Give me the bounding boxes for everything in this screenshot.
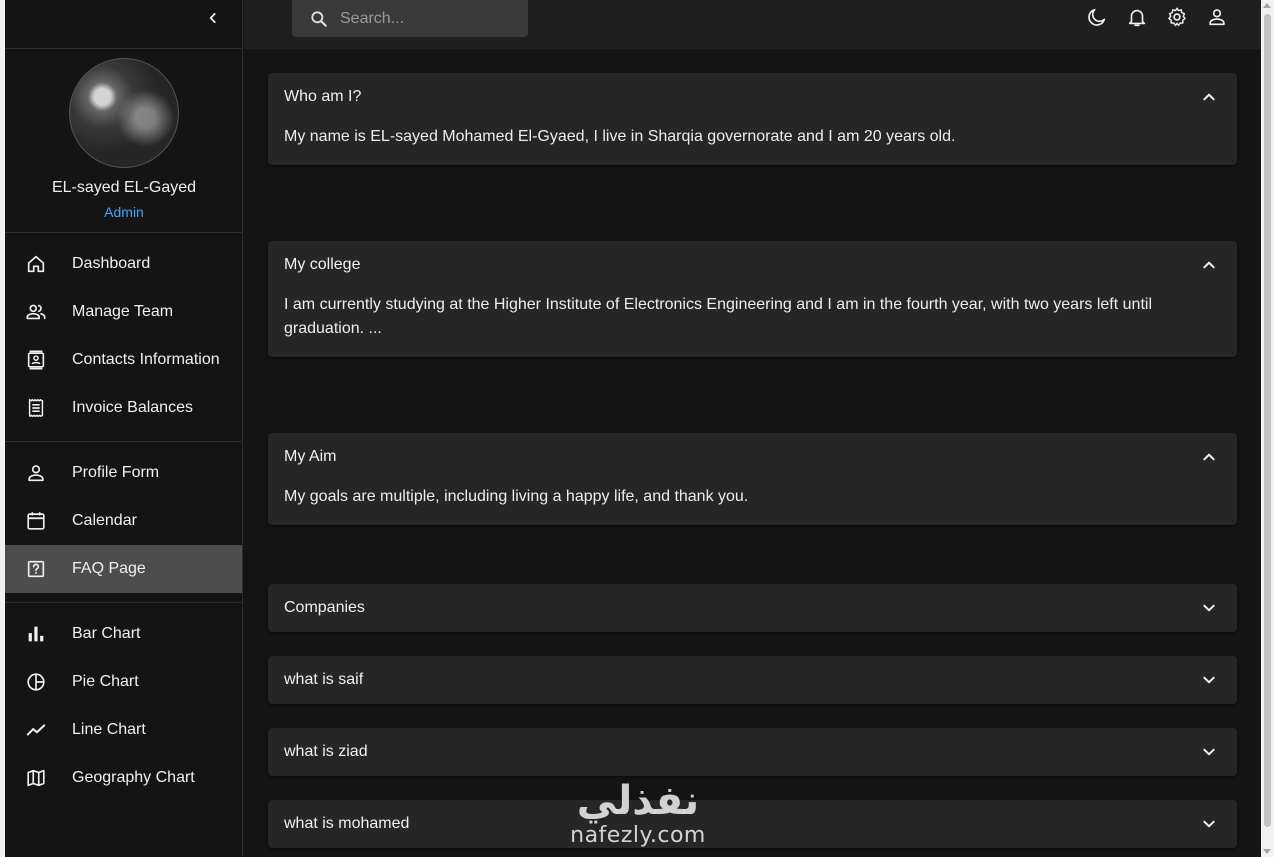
faq-accordion-header[interactable]: what is mohamed xyxy=(268,800,1237,848)
home-icon xyxy=(24,252,48,276)
faq-question: Who am I? xyxy=(284,88,362,105)
profile-name: EL-sayed EL-Gayed xyxy=(51,179,197,196)
profile-section: EL-sayed EL-Gayed Admin xyxy=(5,49,242,233)
avatar xyxy=(69,58,179,168)
sidebar-nav: Dashboard Manage Team Contacts Information… xyxy=(5,233,242,811)
faq-accordion-header[interactable]: Who am I? xyxy=(268,73,1237,121)
help-center-icon xyxy=(24,557,48,581)
chevron-up-icon[interactable] xyxy=(1197,253,1221,277)
sidebar-item-pie-chart[interactable]: Pie Chart xyxy=(5,658,242,706)
profile-person-icon[interactable] xyxy=(1205,5,1229,29)
faq-question: what is saif xyxy=(284,671,364,688)
sidebar-item-label: Profile Form xyxy=(72,464,160,481)
pie-chart-icon xyxy=(24,670,48,694)
bar-chart-icon xyxy=(24,622,48,646)
topbar-actions xyxy=(1069,5,1229,29)
faq-accordion-header[interactable]: My college xyxy=(268,241,1237,289)
faq-content: Who am I? My name is EL-sayed Mohamed El-… xyxy=(244,49,1261,857)
faq-accordion-header[interactable]: Companies xyxy=(268,584,1237,632)
sidebar-item-label: Manage Team xyxy=(72,303,174,320)
sidebar-item-manage-team[interactable]: Manage Team xyxy=(5,288,242,336)
faq-accordion: what is saif xyxy=(268,656,1237,704)
scroll-up-arrow[interactable] xyxy=(1263,3,1271,8)
search-box xyxy=(292,0,528,37)
sidebar-item-calendar[interactable]: Calendar xyxy=(5,497,242,545)
faq-accordion: what is mohamed xyxy=(268,800,1237,848)
calendar-icon xyxy=(24,509,48,533)
scroll-thumb[interactable] xyxy=(1264,14,1271,827)
chevron-down-icon[interactable] xyxy=(1197,596,1221,620)
faq-accordion: My college I am currently studying at the… xyxy=(268,241,1237,357)
chevron-down-icon[interactable] xyxy=(1197,812,1221,836)
faq-accordion: what is ziad xyxy=(268,728,1237,776)
chevron-up-icon[interactable] xyxy=(1197,445,1221,469)
chevron-down-icon[interactable] xyxy=(1197,668,1221,692)
sidebar-item-label: Line Chart xyxy=(72,721,146,738)
sidebar-item-label: Bar Chart xyxy=(72,625,141,642)
map-icon xyxy=(24,766,48,790)
sidebar-item-invoice-balances[interactable]: Invoice Balances xyxy=(5,384,242,432)
sidebar-item-label: Geography Chart xyxy=(72,769,195,786)
dark-mode-icon[interactable] xyxy=(1085,5,1109,29)
contacts-icon xyxy=(24,348,48,372)
nav-group: Profile Form Calendar FAQ Page xyxy=(5,442,242,603)
faq-question: what is ziad xyxy=(284,743,368,760)
profile-role: Admin xyxy=(104,204,144,220)
nav-group: Dashboard Manage Team Contacts Information… xyxy=(5,233,242,442)
faq-accordion: Companies xyxy=(268,584,1237,632)
faq-answer: My goals are multiple, including living … xyxy=(284,488,749,505)
faq-question: Companies xyxy=(284,599,365,616)
chevron-left-icon xyxy=(209,13,216,23)
sidebar-item-faq-page[interactable]: FAQ Page xyxy=(5,545,242,593)
faq-accordion-header[interactable]: My Aim xyxy=(268,433,1237,481)
sidebar-item-contacts-information[interactable]: Contacts Information xyxy=(5,336,242,384)
nav-group: Bar Chart Pie Chart Line Chart Geography Ch… xyxy=(5,603,242,811)
sidebar-item-label: Dashboard xyxy=(72,255,151,272)
sidebar-item-label: Invoice Balances xyxy=(72,399,193,416)
sidebar-item-line-chart[interactable]: Line Chart xyxy=(5,706,242,754)
faq-accordion-header[interactable]: what is ziad xyxy=(268,728,1237,776)
sidebar-item-label: Pie Chart xyxy=(72,673,139,690)
sidebar-header xyxy=(5,0,242,49)
settings-icon[interactable] xyxy=(1165,5,1189,29)
faq-answer: My name is EL-sayed Mohamed El-Gyaed, I … xyxy=(284,128,956,145)
sidebar-item-label: FAQ Page xyxy=(72,560,146,577)
faq-accordion: My Aim My goals are multiple, including l… xyxy=(268,433,1237,525)
faq-answer: I am currently studying at the Higher In… xyxy=(284,296,1152,337)
scrollbar[interactable] xyxy=(1261,0,1274,857)
timeline-icon xyxy=(24,718,48,742)
sidebar-item-profile-form[interactable]: Profile Form xyxy=(5,449,242,497)
faq-question: what is mohamed xyxy=(284,815,410,832)
sidebar-item-geography-chart[interactable]: Geography Chart xyxy=(5,754,242,802)
sidebar-item-label: Contacts Information xyxy=(72,351,220,368)
topbar xyxy=(244,0,1261,49)
notifications-icon[interactable] xyxy=(1125,5,1149,29)
faq-accordion-header[interactable]: what is saif xyxy=(268,656,1237,704)
sidebar: EL-sayed EL-Gayed Admin Dashboard Manage … xyxy=(5,0,243,857)
sidebar-item-label: Calendar xyxy=(72,512,137,529)
collapse-sidebar-button[interactable] xyxy=(202,7,224,29)
chevron-down-icon[interactable] xyxy=(1197,740,1221,764)
search-input[interactable] xyxy=(340,9,510,28)
people-icon xyxy=(24,300,48,324)
receipt-icon xyxy=(24,396,48,420)
faq-accordion: Who am I? My name is EL-sayed Mohamed El-… xyxy=(268,73,1237,165)
scroll-down-arrow[interactable] xyxy=(1263,849,1271,854)
search-icon[interactable] xyxy=(308,8,330,30)
sidebar-item-bar-chart[interactable]: Bar Chart xyxy=(5,610,242,658)
faq-question: My Aim xyxy=(284,448,337,465)
chevron-up-icon[interactable] xyxy=(1197,85,1221,109)
person-icon xyxy=(24,461,48,485)
sidebar-item-dashboard[interactable]: Dashboard xyxy=(5,240,242,288)
faq-question: My college xyxy=(284,256,361,273)
